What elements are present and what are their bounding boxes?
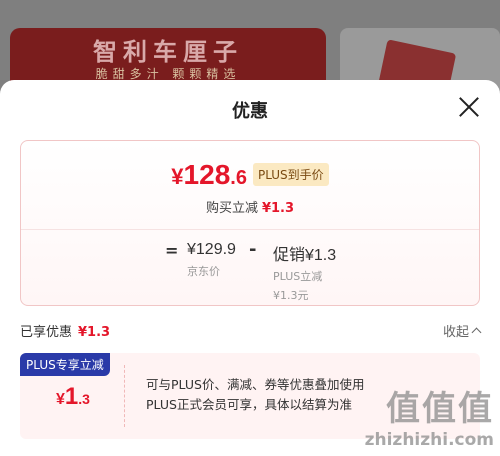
minus-sign: - — [249, 239, 257, 260]
collapse-label: 收起 — [442, 325, 469, 340]
coupon-decimal: .3 — [78, 391, 90, 407]
discount-amount: ¥1.3 — [261, 201, 295, 216]
enjoyed-label: 已享优惠 — [20, 325, 73, 340]
coupon-separator — [124, 365, 125, 427]
discount-label: 购买立减 — [205, 201, 258, 216]
original-price: ¥129.9 — [187, 241, 236, 258]
plus-price-tag: PLUS到手价 — [252, 163, 329, 186]
banner-title: 智利车厘子 — [93, 37, 243, 66]
promo-sub1: PLUS立减 — [273, 270, 323, 283]
watermark: 值值值 zhizhizhi.com — [365, 381, 494, 450]
final-price: ¥128.6 — [171, 159, 247, 191]
final-price-row: ¥128.6 PLUS到手价 — [21, 159, 479, 191]
sheet-title: 优惠 — [232, 101, 268, 122]
final-price-decimal: .6 — [230, 167, 247, 189]
promo-sub2: ¥1.3元 — [273, 289, 309, 302]
watermark-logo: 值值值 — [386, 389, 494, 429]
collapse-button[interactable]: 收起 — [442, 321, 482, 340]
price-card: ¥128.6 PLUS到手价 购买立减 ¥1.3 = ¥129.9 京东价 - 促… — [20, 140, 480, 306]
coupon-value: ¥1.3 — [56, 383, 90, 411]
final-price-currency: ¥ — [171, 164, 184, 189]
coupon-currency: ¥ — [56, 391, 65, 408]
equals-sign: = — [165, 241, 179, 260]
close-icon[interactable] — [456, 94, 482, 120]
original-price-block: ¥129.9 京东价 — [187, 241, 236, 279]
promo-block: 促销¥1.3 PLUS立减 ¥1.3元 — [273, 241, 336, 303]
original-price-label: 京东价 — [187, 265, 220, 278]
discount-sheet: 优惠 ¥128.6 PLUS到手价 购买立减 ¥1.3 = ¥129.9 京东价 … — [0, 80, 500, 456]
discount-line: 购买立减 ¥1.3 — [21, 197, 479, 216]
enjoyed-discount: 已享优惠 ¥1.3 — [20, 321, 110, 340]
price-breakdown: = ¥129.9 京东价 - 促销¥1.3 PLUS立减 ¥1.3元 — [21, 239, 479, 302]
divider — [21, 229, 479, 230]
enjoyed-amount: ¥1.3 — [78, 325, 111, 340]
plus-exclusive-badge: PLUS专享立减 — [20, 353, 110, 376]
coupon-integer: 1 — [64, 383, 79, 410]
chevron-up-icon — [471, 327, 482, 338]
watermark-text: zhizhizhi.com — [364, 430, 494, 450]
promo-value: 促销¥1.3 — [273, 247, 337, 264]
final-price-integer: 128 — [183, 159, 231, 190]
